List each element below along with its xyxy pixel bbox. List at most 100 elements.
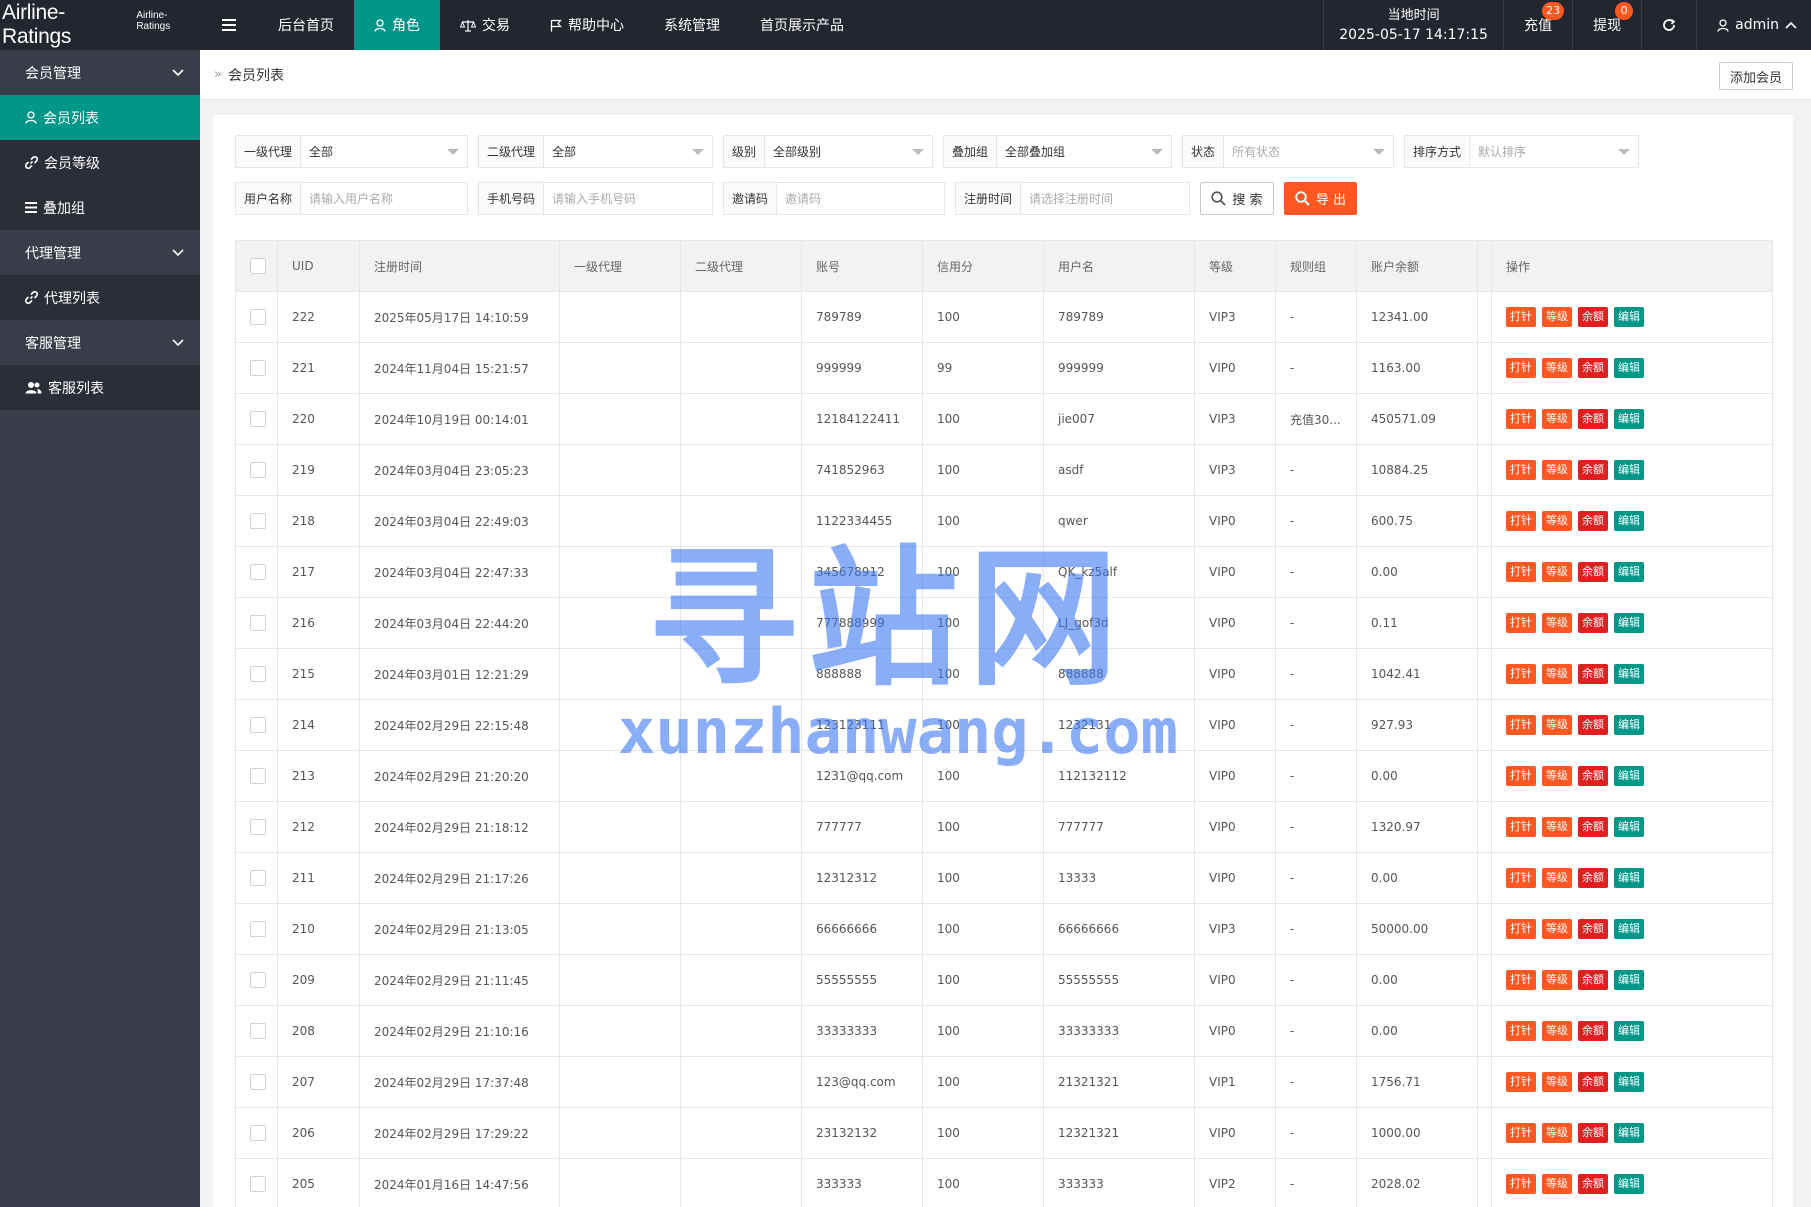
edit-button[interactable]: 编辑 <box>1614 1072 1644 1092</box>
col-credit[interactable]: 信用分 <box>922 240 1044 292</box>
row-select-cell[interactable] <box>235 291 278 343</box>
col-level[interactable]: 等级 <box>1194 240 1276 292</box>
username-field[interactable]: 用户名称 请输入用户名称 <box>235 182 468 215</box>
balance-button[interactable]: 余额 <box>1578 817 1608 837</box>
nav-products[interactable]: 首页展示产品 <box>740 0 864 50</box>
col-rule-group[interactable]: 规则组 <box>1275 240 1357 292</box>
edit-button[interactable]: 编辑 <box>1614 664 1644 684</box>
edit-button[interactable]: 编辑 <box>1614 511 1644 531</box>
inject-button[interactable]: 打针 <box>1506 766 1536 786</box>
col-balance[interactable]: 账户余额 <box>1356 240 1478 292</box>
edit-button[interactable]: 编辑 <box>1614 970 1644 990</box>
row-checkbox[interactable] <box>250 1023 266 1039</box>
row-select-cell[interactable] <box>235 546 278 598</box>
level-button[interactable]: 等级 <box>1542 1072 1572 1092</box>
row-checkbox[interactable] <box>250 1125 266 1141</box>
balance-button[interactable]: 余额 <box>1578 511 1608 531</box>
balance-button[interactable]: 余额 <box>1578 307 1608 327</box>
row-select-cell[interactable] <box>235 903 278 955</box>
nav-system[interactable]: 系统管理 <box>644 0 740 50</box>
row-checkbox[interactable] <box>250 564 266 580</box>
row-checkbox[interactable] <box>250 819 266 835</box>
col-regtime[interactable]: 注册时间 <box>359 240 560 292</box>
edit-button[interactable]: 编辑 <box>1614 358 1644 378</box>
balance-button[interactable]: 余额 <box>1578 562 1608 582</box>
nav-trade[interactable]: 交易 <box>440 0 530 50</box>
row-select-cell[interactable] <box>235 801 278 853</box>
edit-button[interactable]: 编辑 <box>1614 766 1644 786</box>
row-checkbox[interactable] <box>250 921 266 937</box>
row-select-cell[interactable] <box>235 393 278 445</box>
nav-help[interactable]: 帮助中心 <box>530 0 644 50</box>
inject-button[interactable]: 打针 <box>1506 562 1536 582</box>
row-select-cell[interactable] <box>235 954 278 1006</box>
row-checkbox[interactable] <box>250 768 266 784</box>
row-checkbox[interactable] <box>250 411 266 427</box>
level-button[interactable]: 等级 <box>1542 970 1572 990</box>
sidebar-item-stack-group[interactable]: 叠加组 <box>0 185 200 230</box>
sort-select[interactable]: 排序方式 默认排序 <box>1404 135 1639 168</box>
level-button[interactable]: 等级 <box>1542 766 1572 786</box>
row-checkbox[interactable] <box>250 870 266 886</box>
sidebar-group-agent[interactable]: 代理管理 <box>0 230 200 275</box>
inject-button[interactable]: 打针 <box>1506 1021 1536 1041</box>
row-checkbox[interactable] <box>250 615 266 631</box>
row-select-cell[interactable] <box>235 444 278 496</box>
sidebar-group-service[interactable]: 客服管理 <box>0 320 200 365</box>
edit-button[interactable]: 编辑 <box>1614 919 1644 939</box>
row-checkbox[interactable] <box>250 513 266 529</box>
balance-button[interactable]: 余额 <box>1578 1072 1608 1092</box>
row-checkbox[interactable] <box>250 309 266 325</box>
edit-button[interactable]: 编辑 <box>1614 613 1644 633</box>
level-button[interactable]: 等级 <box>1542 919 1572 939</box>
col-account[interactable]: 账号 <box>801 240 923 292</box>
agent2-select[interactable]: 二级代理 全部 <box>478 135 713 168</box>
sidebar-item-member-level[interactable]: 会员等级 <box>0 140 200 185</box>
balance-button[interactable]: 余额 <box>1578 715 1608 735</box>
select-all-cell[interactable] <box>235 240 278 292</box>
row-checkbox[interactable] <box>250 717 266 733</box>
col-uid[interactable]: UID <box>277 240 360 292</box>
edit-button[interactable]: 编辑 <box>1614 562 1644 582</box>
row-select-cell[interactable] <box>235 1107 278 1159</box>
level-button[interactable]: 等级 <box>1542 1123 1572 1143</box>
sidebar-group-member[interactable]: 会员管理 <box>0 50 200 95</box>
inject-button[interactable]: 打针 <box>1506 511 1536 531</box>
level-button[interactable]: 等级 <box>1542 1021 1572 1041</box>
row-checkbox[interactable] <box>250 360 266 376</box>
edit-button[interactable]: 编辑 <box>1614 409 1644 429</box>
balance-button[interactable]: 余额 <box>1578 970 1608 990</box>
withdraw-button[interactable]: 提现 0 <box>1572 0 1641 50</box>
edit-button[interactable]: 编辑 <box>1614 307 1644 327</box>
row-checkbox[interactable] <box>250 972 266 988</box>
row-checkbox[interactable] <box>250 666 266 682</box>
inject-button[interactable]: 打针 <box>1506 970 1536 990</box>
menu-toggle-button[interactable] <box>200 0 258 50</box>
level-button[interactable]: 等级 <box>1542 817 1572 837</box>
level-button[interactable]: 等级 <box>1542 511 1572 531</box>
level-button[interactable]: 等级 <box>1542 868 1572 888</box>
row-select-cell[interactable] <box>235 852 278 904</box>
row-select-cell[interactable] <box>235 1158 278 1207</box>
inject-button[interactable]: 打针 <box>1506 868 1536 888</box>
inject-button[interactable]: 打针 <box>1506 1123 1536 1143</box>
phone-field[interactable]: 手机号码 请输入手机号码 <box>478 182 713 215</box>
inject-button[interactable]: 打针 <box>1506 1072 1536 1092</box>
status-select[interactable]: 状态 所有状态 <box>1182 135 1394 168</box>
edit-button[interactable]: 编辑 <box>1614 1174 1644 1194</box>
level-button[interactable]: 等级 <box>1542 409 1572 429</box>
inject-button[interactable]: 打针 <box>1506 613 1536 633</box>
balance-button[interactable]: 余额 <box>1578 1021 1608 1041</box>
edit-button[interactable]: 编辑 <box>1614 460 1644 480</box>
select-all-checkbox[interactable] <box>250 258 266 274</box>
level-button[interactable]: 等级 <box>1542 460 1572 480</box>
row-select-cell[interactable] <box>235 699 278 751</box>
inject-button[interactable]: 打针 <box>1506 409 1536 429</box>
balance-button[interactable]: 余额 <box>1578 664 1608 684</box>
stack-select[interactable]: 叠加组 全部叠加组 <box>943 135 1172 168</box>
inject-button[interactable]: 打针 <box>1506 919 1536 939</box>
level-select[interactable]: 级别 全部级别 <box>723 135 933 168</box>
col-agent2[interactable]: 二级代理 <box>680 240 802 292</box>
nav-role[interactable]: 角色 <box>354 0 440 50</box>
level-button[interactable]: 等级 <box>1542 715 1572 735</box>
